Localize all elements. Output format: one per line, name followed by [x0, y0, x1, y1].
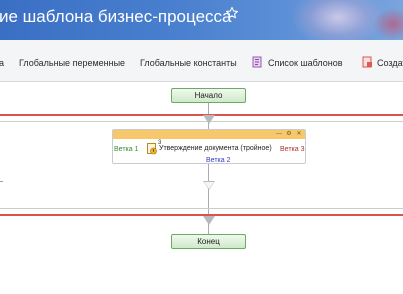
end-node[interactable]: Конец: [171, 234, 246, 249]
toolbar-item-create[interactable]: Создат: [377, 58, 403, 68]
sequence-boundary-line: [0, 121, 403, 122]
close-icon[interactable]: ✕: [296, 131, 302, 137]
star-icon[interactable]: [225, 6, 239, 20]
sequence-boundary-red-bottom: [0, 214, 403, 216]
branch-1-label[interactable]: Ветка 1: [114, 146, 138, 153]
flow-arrow-down-icon: [203, 216, 215, 225]
toolbar: а Глобальные переменные Глобальные конст…: [0, 40, 403, 82]
start-node[interactable]: Начало: [171, 88, 246, 103]
page-header: ие шаблона бизнес-процесса: [0, 0, 403, 40]
page-title: ие шаблона бизнес-процесса: [0, 7, 232, 26]
create-icon[interactable]: [362, 56, 373, 68]
sequence-boundary-red-top: [0, 114, 403, 116]
branch-block-header[interactable]: — ⚙ ✕: [113, 130, 305, 139]
header-decoration-accent: [373, 8, 403, 40]
document-approval-icon: [147, 143, 157, 155]
toolbar-item-truncated[interactable]: а: [0, 58, 4, 68]
toolbar-item-global-variables[interactable]: Глобальные переменные: [19, 58, 125, 68]
sequence-boundary-line: [0, 208, 403, 209]
toolbar-item-global-constants[interactable]: Глобальные константы: [140, 58, 237, 68]
minimize-icon[interactable]: —: [276, 131, 282, 137]
activity-document-approval[interactable]: Утверждение документа (тройное): [159, 145, 272, 152]
branch-3-label[interactable]: Ветка 3: [280, 146, 304, 153]
template-list-icon[interactable]: [252, 56, 263, 68]
header-decoration: [293, 0, 383, 40]
toolbar-item-template-list[interactable]: Список шаблонов: [268, 58, 343, 68]
flow-arrow-down-icon: [203, 115, 215, 124]
canvas-edge-mark: [0, 181, 3, 182]
gear-icon[interactable]: ⚙: [286, 131, 292, 137]
flow-arrow-fill: [204, 182, 214, 189]
branch-2-label[interactable]: Ветка 2: [206, 157, 230, 164]
